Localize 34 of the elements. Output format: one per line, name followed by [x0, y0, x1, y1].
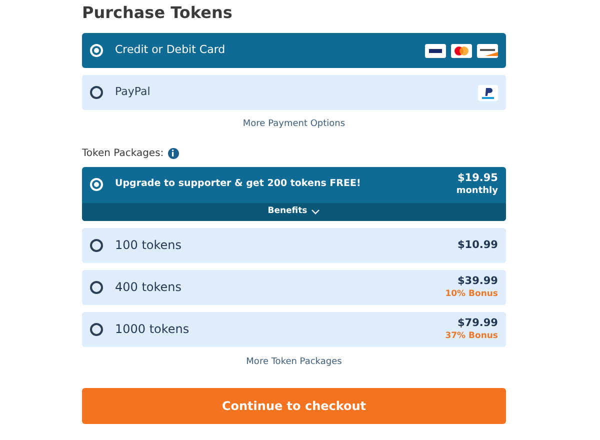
package-price: $19.95: [457, 171, 498, 185]
page-title: Purchase Tokens: [82, 3, 234, 23]
paypal-logo-icon: [478, 84, 498, 100]
package-option[interactable]: 100 tokens $10.99: [82, 228, 506, 262]
more-token-packages-link[interactable]: More Token Packages: [246, 356, 342, 369]
card-logo-icon: [451, 44, 472, 58]
option-label: Credit or Debit Card: [115, 42, 226, 58]
radio-button[interactable]: [90, 86, 103, 99]
package-option[interactable]: Upgrade to supporter & get 200 tokens FREE! $19.95 monthly Benefits: [82, 166, 506, 220]
more-payment-options-link[interactable]: More Payment Options: [242, 118, 346, 132]
package-price: $39.99: [457, 274, 498, 288]
package-price: $10.99: [457, 238, 498, 252]
card-logo-icon: [477, 44, 498, 58]
price-period: monthly: [456, 185, 498, 198]
radio-button[interactable]: [90, 238, 103, 252]
option-label: PayPal: [115, 84, 152, 100]
info-icon[interactable]: [168, 148, 179, 158]
bonus-label: 10% Bonus: [445, 288, 498, 300]
chevron-down-icon: [311, 208, 320, 214]
payment-option[interactable]: PayPal: [82, 75, 506, 110]
package-price: $79.99: [457, 316, 498, 330]
benefits-toggle[interactable]: Benefits: [82, 202, 506, 220]
package-label: 400 tokens: [115, 279, 183, 296]
package-option[interactable]: 400 tokens $39.99 10% Bonus: [82, 270, 506, 304]
package-option[interactable]: 1000 tokens $79.99 37% Bonus: [82, 312, 506, 346]
card-logo-icon: [425, 44, 446, 58]
package-label: 1000 tokens: [115, 321, 190, 338]
bonus-label: 37% Bonus: [445, 330, 498, 342]
radio-button[interactable]: [90, 322, 103, 336]
radio-button[interactable]: [90, 280, 103, 294]
package-label: 100 tokens: [115, 237, 183, 254]
payment-option[interactable]: Credit or Debit Card: [82, 33, 506, 68]
package-label: Upgrade to supporter & get 200 tokens FREE!: [115, 177, 362, 192]
section-label: Token Packages:: [82, 146, 164, 160]
